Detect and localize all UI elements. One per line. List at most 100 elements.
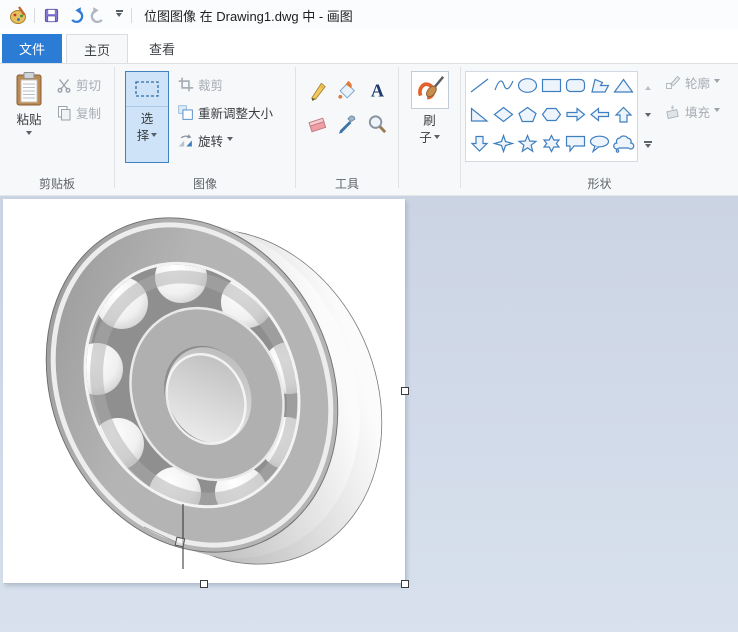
redo-icon — [90, 6, 108, 24]
shape-arrow-down[interactable] — [468, 134, 491, 158]
callout-rectangle-icon — [564, 134, 587, 153]
redo-button[interactable] — [87, 3, 111, 27]
drawing-canvas[interactable] — [3, 199, 405, 583]
shape-pentagon[interactable] — [516, 105, 539, 129]
group-label-clipboard: 剪贴板 — [0, 175, 114, 192]
rotate-label: 旋转 — [198, 131, 223, 150]
arrow-up-icon — [612, 105, 635, 124]
customize-quick-access-button[interactable] — [111, 3, 127, 27]
tab-home[interactable]: 主页 — [66, 34, 128, 63]
shape-star-5[interactable] — [516, 134, 539, 158]
chevron-down-icon — [151, 133, 157, 140]
rotate-button[interactable]: 旋转 — [177, 131, 273, 150]
cut-button[interactable]: 剪切 — [56, 75, 101, 94]
ribbon: 粘贴 剪切 — [0, 64, 738, 196]
crop-label: 裁剪 — [198, 75, 223, 94]
save-icon — [43, 7, 60, 24]
shapes-more-button[interactable] — [640, 131, 655, 161]
chevron-down-icon — [714, 79, 720, 86]
triangle-down-icon — [645, 144, 651, 151]
tab-file[interactable]: 文件 — [2, 34, 62, 63]
hexagon-icon — [540, 105, 563, 124]
resize-button[interactable]: 重新调整大小 — [177, 103, 273, 122]
undo-button[interactable] — [63, 3, 87, 27]
copy-button[interactable]: 复制 — [56, 103, 101, 122]
diamond-icon — [492, 105, 515, 124]
triangle-icon — [612, 76, 635, 95]
shape-arrow-left[interactable] — [588, 105, 611, 129]
select-rectangle-icon — [134, 79, 160, 99]
star-6-icon — [540, 134, 563, 153]
qat-menu-icon — [116, 10, 123, 12]
chevron-down-icon — [26, 131, 32, 138]
text-tool-button[interactable]: A — [363, 73, 391, 107]
scissors-icon — [56, 77, 72, 93]
shape-diamond[interactable] — [492, 105, 515, 129]
chevron-down-icon — [434, 135, 440, 142]
select-button[interactable]: 选 择 — [125, 71, 169, 163]
shape-star-4[interactable] — [492, 134, 515, 158]
right-triangle-icon — [468, 105, 491, 124]
select-label-1: 选 — [141, 111, 154, 128]
copy-label: 复制 — [76, 103, 101, 122]
curve-icon — [492, 76, 515, 95]
star-4-icon — [492, 134, 515, 153]
shape-arrow-up[interactable] — [612, 105, 635, 129]
group-label-shapes: 形状 — [461, 175, 738, 192]
shapes-scroll-down-button[interactable] — [640, 101, 655, 131]
resize-icon — [177, 104, 194, 121]
shape-callout-oval[interactable] — [588, 134, 611, 158]
divider — [34, 8, 35, 23]
window-title: 位图图像 在 Drawing1.dwg 中 - 画图 — [144, 6, 353, 25]
paint-palette-icon — [9, 6, 28, 25]
magnifier-tool-button[interactable] — [363, 107, 391, 141]
polygon-icon — [588, 76, 611, 95]
pentagon-icon — [516, 105, 539, 124]
canvas-resize-handle-right[interactable] — [401, 387, 409, 395]
shape-ellipse[interactable] — [516, 76, 539, 100]
fill-icon — [336, 79, 359, 102]
eraser-tool-button[interactable] — [303, 107, 331, 141]
shape-line[interactable] — [468, 76, 491, 100]
callout-cloud-icon — [612, 134, 635, 153]
paste-label: 粘贴 — [16, 109, 41, 128]
brush-label: 刷 子 — [419, 113, 440, 147]
pencil-tool-button[interactable] — [303, 73, 331, 107]
shape-star-6[interactable] — [540, 134, 563, 158]
star-5-icon — [516, 134, 539, 153]
brush-button[interactable] — [411, 71, 449, 109]
shape-rounded-rectangle[interactable] — [564, 76, 587, 100]
canvas-resize-handle-bottom[interactable] — [200, 580, 208, 588]
shape-fill-button[interactable]: 填充 — [664, 102, 720, 121]
shape-polygon[interactable] — [588, 76, 611, 100]
line-icon — [468, 76, 491, 95]
brush-icon — [414, 74, 446, 106]
eraser-icon — [306, 113, 329, 136]
crop-button[interactable]: 裁剪 — [177, 75, 273, 94]
app-icon[interactable] — [6, 3, 30, 27]
color-picker-tool-button[interactable] — [333, 107, 361, 141]
tab-view[interactable]: 查看 — [132, 34, 192, 63]
shape-curve[interactable] — [492, 76, 515, 100]
arrow-down-icon — [468, 134, 491, 153]
shape-arrow-right[interactable] — [564, 105, 587, 129]
shape-hexagon[interactable] — [540, 105, 563, 129]
canvas-resize-handle-corner[interactable] — [401, 580, 409, 588]
paint-window: 位图图像 在 Drawing1.dwg 中 - 画图 文件 主页 查看 粘贴 — [0, 0, 738, 631]
shapes-scroll-up-button[interactable] — [640, 71, 655, 101]
shape-callout-rectangle[interactable] — [564, 134, 587, 158]
arrow-left-icon — [588, 105, 611, 124]
shape-right-triangle[interactable] — [468, 105, 491, 129]
group-shapes: 轮廓 填充 形状 — [461, 64, 738, 195]
shape-callout-cloud[interactable] — [612, 134, 635, 158]
ball-bearing-image — [25, 213, 391, 569]
cut-label: 剪切 — [76, 75, 101, 94]
group-image: 选 择 裁剪 — [115, 64, 295, 195]
outline-button[interactable]: 轮廓 — [664, 73, 720, 92]
shape-rectangle[interactable] — [540, 76, 563, 100]
shapes-scrollbar — [640, 71, 655, 161]
shape-triangle[interactable] — [612, 76, 635, 100]
group-clipboard: 粘贴 剪切 — [0, 64, 114, 195]
save-button[interactable] — [39, 3, 63, 27]
fill-tool-button[interactable] — [333, 73, 361, 107]
